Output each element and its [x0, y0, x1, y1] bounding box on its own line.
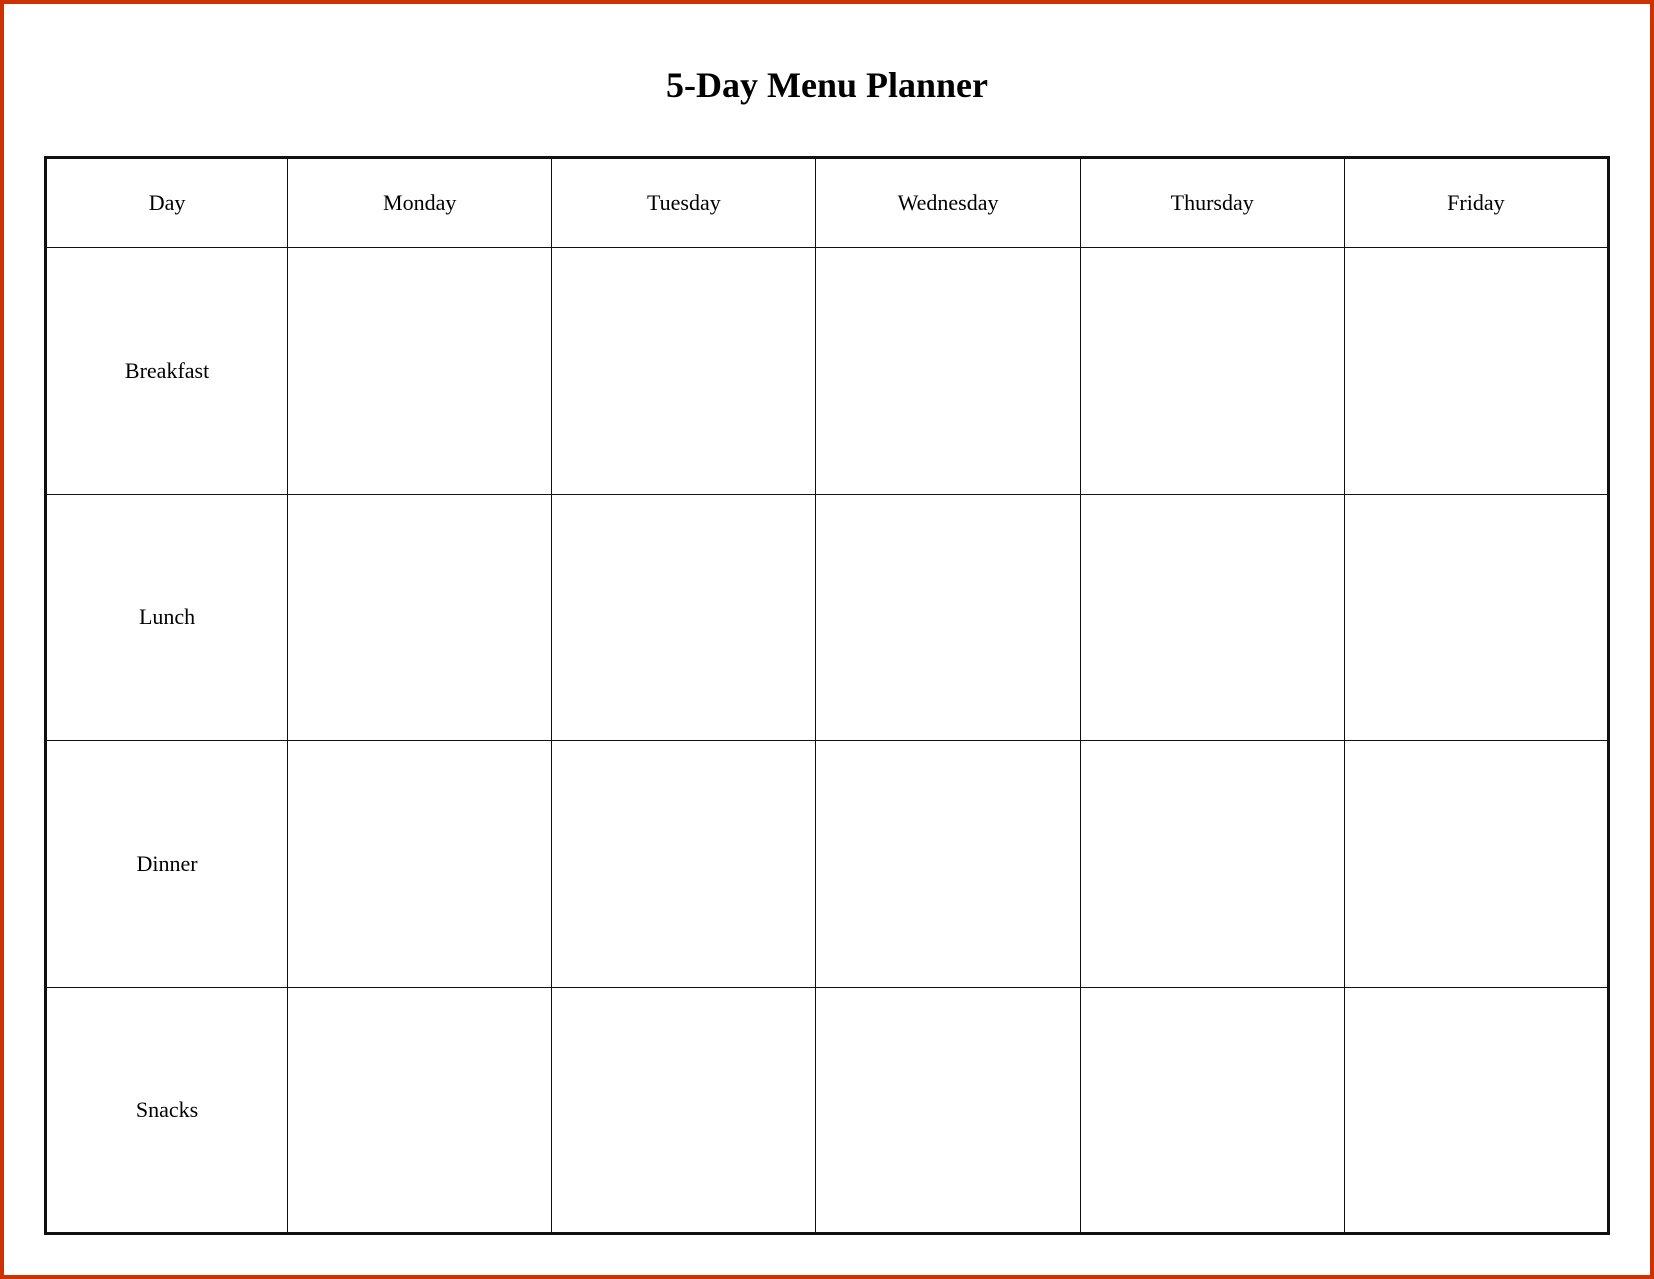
snacks-friday[interactable] — [1344, 987, 1608, 1234]
breakfast-monday[interactable] — [288, 248, 552, 495]
lunch-tuesday[interactable] — [552, 494, 816, 741]
header-tuesday: Tuesday — [552, 158, 816, 248]
breakfast-friday[interactable] — [1344, 248, 1608, 495]
table-body: Breakfast Lunch Dinner Snacks — [46, 248, 1609, 1234]
menu-planner-table: Day Monday Tuesday Wednesday Thursday Fr… — [44, 156, 1610, 1235]
header-monday: Monday — [288, 158, 552, 248]
dinner-tuesday[interactable] — [552, 741, 816, 988]
header-row: Day Monday Tuesday Wednesday Thursday Fr… — [46, 158, 1609, 248]
lunch-friday[interactable] — [1344, 494, 1608, 741]
snacks-thursday[interactable] — [1080, 987, 1344, 1234]
dinner-monday[interactable] — [288, 741, 552, 988]
row-snacks: Snacks — [46, 987, 1609, 1234]
meal-breakfast: Breakfast — [46, 248, 288, 495]
header-thursday: Thursday — [1080, 158, 1344, 248]
snacks-wednesday[interactable] — [816, 987, 1080, 1234]
breakfast-thursday[interactable] — [1080, 248, 1344, 495]
dinner-wednesday[interactable] — [816, 741, 1080, 988]
lunch-wednesday[interactable] — [816, 494, 1080, 741]
row-dinner: Dinner — [46, 741, 1609, 988]
table-header: Day Monday Tuesday Wednesday Thursday Fr… — [46, 158, 1609, 248]
header-day: Day — [46, 158, 288, 248]
row-lunch: Lunch — [46, 494, 1609, 741]
meal-lunch: Lunch — [46, 494, 288, 741]
lunch-monday[interactable] — [288, 494, 552, 741]
lunch-thursday[interactable] — [1080, 494, 1344, 741]
dinner-thursday[interactable] — [1080, 741, 1344, 988]
row-breakfast: Breakfast — [46, 248, 1609, 495]
dinner-friday[interactable] — [1344, 741, 1608, 988]
meal-dinner: Dinner — [46, 741, 288, 988]
header-wednesday: Wednesday — [816, 158, 1080, 248]
page-title: 5-Day Menu Planner — [666, 64, 988, 106]
meal-snacks: Snacks — [46, 987, 288, 1234]
snacks-tuesday[interactable] — [552, 987, 816, 1234]
breakfast-wednesday[interactable] — [816, 248, 1080, 495]
header-friday: Friday — [1344, 158, 1608, 248]
breakfast-tuesday[interactable] — [552, 248, 816, 495]
snacks-monday[interactable] — [288, 987, 552, 1234]
